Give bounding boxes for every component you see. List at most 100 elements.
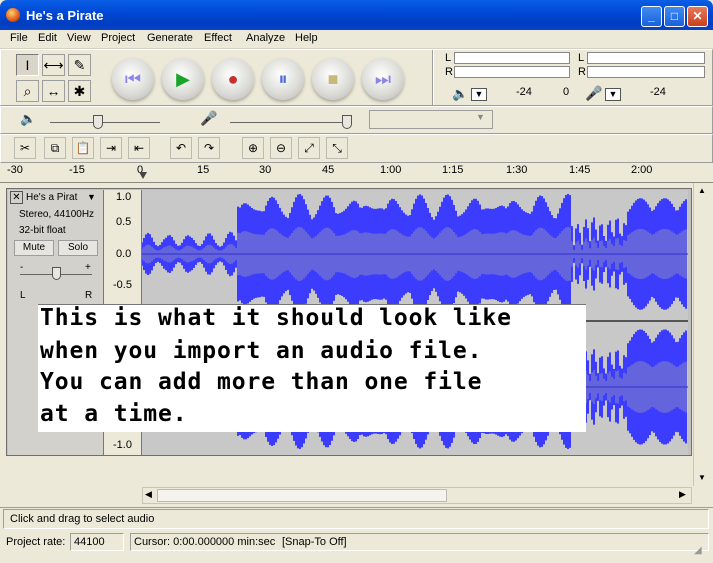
stop-button[interactable]: ■ <box>312 58 354 100</box>
cut-icon[interactable]: ✂ <box>14 137 36 159</box>
record-meter-dropdown[interactable]: ▼ <box>605 88 621 101</box>
horizontal-scroll-thumb[interactable] <box>157 489 447 502</box>
skip-start-button[interactable]: ⏮ <box>112 58 154 100</box>
mute-button[interactable]: Mute <box>14 240 54 256</box>
record-meter-right-label: R <box>578 66 586 78</box>
menu-effect[interactable]: Effect <box>204 32 232 44</box>
scroll-right-icon[interactable]: ▶ <box>679 489 686 500</box>
scroll-up-icon[interactable]: ▲ <box>698 186 706 195</box>
mixer-toolbar <box>0 106 713 134</box>
pan-left-label: L <box>20 290 26 301</box>
menu-file[interactable]: File <box>10 32 28 44</box>
output-volume-thumb[interactable] <box>93 115 103 129</box>
menu-edit[interactable]: Edit <box>38 32 57 44</box>
draw-tool-icon[interactable]: ✎ <box>68 54 91 76</box>
close-button[interactable]: ✕ <box>687 6 708 27</box>
ruler-tick-label: 1:00 <box>380 164 402 176</box>
silence-icon[interactable]: ⇤ <box>128 137 150 159</box>
play-meter-dropdown[interactable]: ▼ <box>471 88 487 101</box>
app-icon <box>6 8 20 22</box>
trim-icon[interactable]: ⇥ <box>100 137 122 159</box>
zoom-tool-icon[interactable]: ⌕ <box>16 80 39 102</box>
track-format-info: Stereo, 44100Hz <box>19 209 95 220</box>
speaker-icon[interactable]: 🔈 <box>452 86 468 102</box>
skip-end-icon: ⏭ <box>374 69 392 89</box>
play-meter-scale-0: 0 <box>563 86 570 98</box>
zoom-out-icon[interactable]: ⊖ <box>270 137 292 159</box>
selection-tool-icon[interactable]: I <box>16 54 39 76</box>
play-meter-left-label: L <box>445 52 452 64</box>
timeline-ruler[interactable] <box>0 163 713 183</box>
ruler-tick-label: 15 <box>197 164 210 176</box>
maximize-button[interactable]: □ <box>664 6 685 27</box>
timeshift-tool-icon[interactable]: ↔ <box>42 80 65 102</box>
record-meter-right <box>587 66 705 78</box>
input-volume-thumb[interactable] <box>342 115 352 129</box>
microphone-icon[interactable]: 🎤 <box>585 85 602 102</box>
menu-generate[interactable]: Generate <box>147 32 193 44</box>
multi-tool-icon[interactable]: ✱ <box>68 80 91 102</box>
caption-line: at a time. <box>40 401 188 427</box>
envelope-tool-icon[interactable]: ⟷ <box>42 54 65 76</box>
playhead-marker <box>139 172 147 179</box>
ruler-tick-label: -15 <box>69 164 85 176</box>
redo-icon[interactable]: ↷ <box>198 137 220 159</box>
menu-view[interactable]: View <box>67 32 91 44</box>
undo-icon[interactable]: ↶ <box>170 137 192 159</box>
caption-line: You can add more than one file <box>40 369 483 395</box>
menu-project[interactable]: Project <box>101 32 135 44</box>
paste-icon[interactable]: 📋 <box>72 137 94 159</box>
menu-help[interactable]: Help <box>295 32 318 44</box>
track-name-menu[interactable]: He's a Pirat <box>26 192 77 203</box>
stop-icon: ■ <box>327 69 339 89</box>
play-meter-right <box>454 66 570 78</box>
ruler-tick-label: 2:00 <box>631 164 653 176</box>
record-meter-left-label: L <box>578 52 585 64</box>
play-button[interactable]: ▶ <box>162 58 204 100</box>
scroll-left-icon[interactable]: ◀ <box>145 489 152 500</box>
status-hint: Click and drag to select audio <box>10 513 155 525</box>
toolbar-divider <box>432 50 434 105</box>
output-volume-icon: 🔈 <box>20 111 37 126</box>
minimize-button[interactable]: _ <box>641 6 662 27</box>
snap-status: [Snap-To Off] <box>282 536 347 548</box>
ruler-tick-label: 1:15 <box>442 164 464 176</box>
scroll-down-icon[interactable]: ▼ <box>698 473 706 482</box>
input-source-chevron-down-icon: ▼ <box>476 112 485 122</box>
vertical-scrollbar[interactable]: ▲ ▼ <box>693 183 710 486</box>
ruler-tick-label: 30 <box>259 164 272 176</box>
caption-line: when you import an audio file. <box>40 338 483 364</box>
skip-end-button[interactable]: ⏭ <box>362 58 404 100</box>
record-button[interactable]: ● <box>212 58 254 100</box>
title-bar <box>0 0 713 30</box>
caption-line: This is what it should look like <box>40 305 512 331</box>
gain-slider-thumb[interactable] <box>52 267 61 280</box>
amplitude-label: -0.5 <box>113 279 132 291</box>
play-icon: ▶ <box>176 69 190 89</box>
output-volume-slider[interactable] <box>50 122 160 123</box>
zoom-in-icon[interactable]: ⊕ <box>242 137 264 159</box>
cursor-readout: Cursor: 0:00.000000 min:sec <box>134 536 276 548</box>
ruler-tick-label: 1:45 <box>569 164 591 176</box>
ruler-tick-label: -30 <box>7 164 23 176</box>
record-icon: ● <box>227 69 239 89</box>
copy-icon[interactable]: ⧉ <box>44 137 66 159</box>
menu-analyze[interactable]: Analyze <box>246 32 285 44</box>
pause-button[interactable]: ⏸ <box>262 58 304 100</box>
track-close-icon[interactable]: ✕ <box>10 191 23 204</box>
amplitude-label: 0.5 <box>116 216 132 228</box>
resize-grip-icon[interactable]: ◢ <box>694 545 702 556</box>
fit-selection-icon[interactable]: ⤢ <box>298 137 320 159</box>
track-bit-depth-info: 32-bit float <box>19 225 66 236</box>
input-source-select[interactable] <box>369 110 493 129</box>
input-volume-slider[interactable] <box>230 122 350 123</box>
play-meter-right-label: R <box>445 66 453 78</box>
track-menu-chevron-down-icon[interactable]: ▼ <box>87 192 96 202</box>
horizontal-scrollbar[interactable]: ◀ ▶ <box>142 487 692 504</box>
ruler-tick-label: 45 <box>322 164 335 176</box>
amplitude-label: 0.0 <box>116 248 132 260</box>
window-title: He's a Pirate <box>26 8 104 23</box>
ruler-tick-label: 1:30 <box>506 164 528 176</box>
fit-project-icon[interactable]: ⤡ <box>326 137 348 159</box>
solo-button[interactable]: Solo <box>58 240 98 256</box>
